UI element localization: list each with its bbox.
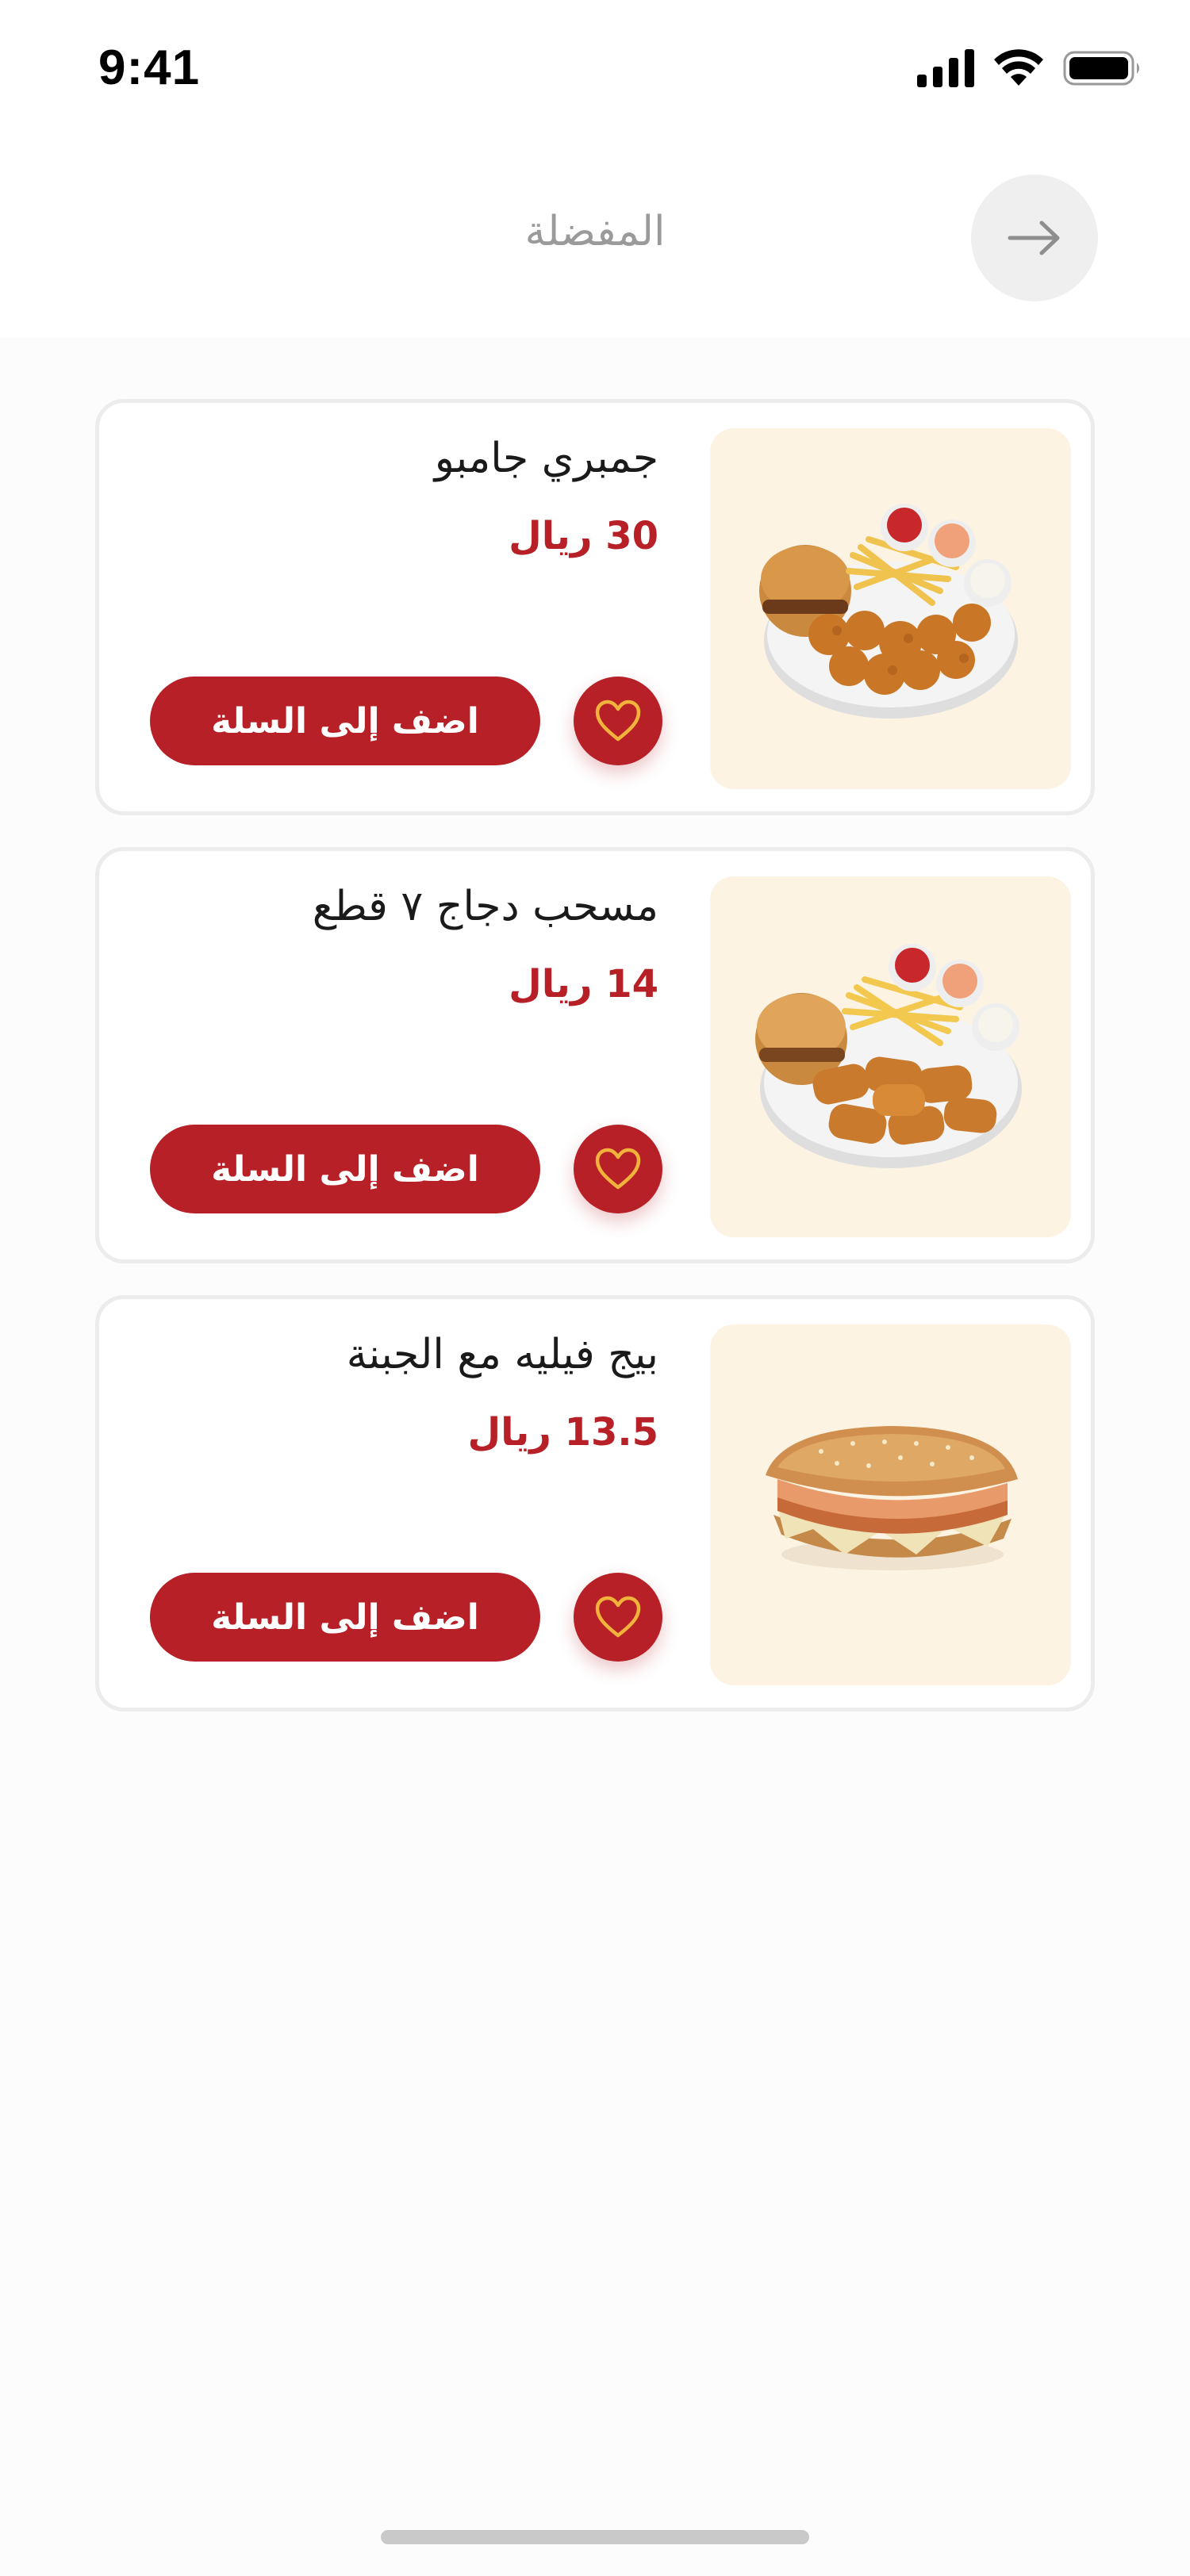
product-image <box>710 1324 1071 1685</box>
chicken-strips-plate-image <box>755 944 1022 1168</box>
shrimp-plate-image <box>759 504 1018 719</box>
back-button[interactable] <box>971 174 1098 301</box>
favorite-card[interactable]: بيج فيليه مع الجبنة 13.5 ريال اضف إلى ال… <box>95 1295 1095 1712</box>
favorite-card[interactable]: مسحب دجاج ٧ قطع 14 ريال اضف إلى السلة <box>95 847 1095 1263</box>
favorite-card[interactable]: جمبري جامبو 30 ريال اضف إلى السلة <box>95 399 1095 815</box>
add-to-cart-button[interactable]: اضف إلى السلة <box>150 1573 540 1662</box>
heart-icon <box>595 1596 641 1638</box>
product-price: 14 ريال <box>509 962 658 1006</box>
product-image <box>710 876 1071 1237</box>
add-to-cart-button[interactable]: اضف إلى السلة <box>150 1125 540 1213</box>
status-icons <box>917 49 1142 87</box>
battery-icon <box>1063 51 1139 86</box>
home-indicator[interactable] <box>381 2530 809 2544</box>
product-name: جمبري جامبو <box>434 435 658 482</box>
add-to-cart-button[interactable]: اضف إلى السلة <box>150 677 540 765</box>
arrow-right-icon <box>1008 220 1060 255</box>
product-price: 13.5 ريال <box>467 1410 658 1455</box>
heart-icon <box>595 1148 641 1190</box>
status-time: 9:41 <box>98 40 201 95</box>
favorite-toggle-button[interactable] <box>574 677 662 765</box>
product-price: 30 ريال <box>509 514 658 558</box>
page-title: المفضلة <box>524 208 666 255</box>
heart-icon <box>595 700 641 742</box>
product-name: بيج فيليه مع الجبنة <box>346 1331 658 1378</box>
favorites-screen: 9:41 المفضلة جمبري جامبو 30 ريال اضف إلى… <box>0 0 1190 2576</box>
favorite-toggle-button[interactable] <box>574 1125 662 1213</box>
product-image <box>710 428 1071 789</box>
wifi-icon <box>994 49 1043 86</box>
cellular-signal-icon <box>917 49 974 87</box>
favorite-toggle-button[interactable] <box>574 1573 662 1662</box>
product-name: مسحب دجاج ٧ قطع <box>312 883 658 930</box>
fillet-sandwich-image <box>766 1426 1018 1570</box>
